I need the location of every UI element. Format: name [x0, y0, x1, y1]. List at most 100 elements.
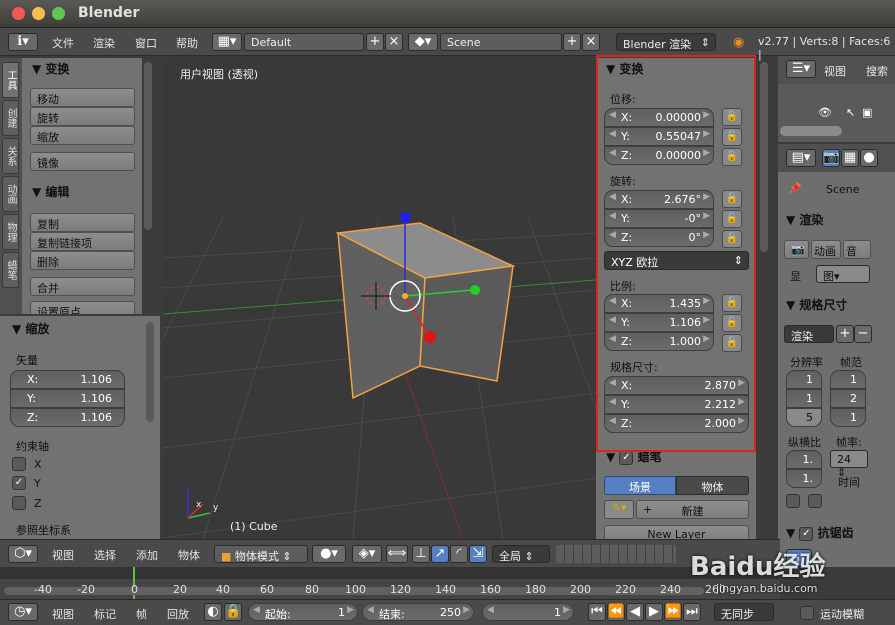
gizmo-x-handle[interactable] [424, 331, 436, 343]
render-panel-header[interactable]: ▼ 渲染 [786, 211, 823, 228]
info-editor-type-button[interactable]: ℹ▾ [8, 33, 38, 51]
current-frame-field[interactable]: ◀ 1 ▶ [482, 603, 574, 621]
gp-pencil-icon[interactable]: ✎▾ [604, 500, 634, 519]
render-image-button[interactable]: 📷 [784, 240, 809, 259]
frame-step-field[interactable]: 1 [830, 408, 866, 427]
rotate-manipulator-icon[interactable]: ◜ [450, 545, 468, 563]
play-reverse-icon[interactable]: ◀ [626, 603, 644, 621]
border-checkbox[interactable] [808, 494, 822, 508]
outliner-search-menu[interactable]: 搜索 [866, 63, 888, 79]
set-origin-button[interactable]: 设置原点 [30, 301, 135, 314]
properties-region-scrollbar[interactable] [760, 62, 768, 252]
gizmo-z-handle[interactable] [401, 213, 410, 222]
preview-range-icon[interactable]: ◐ [204, 603, 222, 621]
transform-orientation-select[interactable]: 全局 ⇕ [492, 545, 550, 563]
viewport-shading-select[interactable]: ●▾ [312, 545, 346, 563]
select-arrow-icon[interactable]: ↖ [846, 106, 855, 119]
anti-aliasing-checkbox[interactable]: ✓ [799, 526, 814, 541]
3d-viewport[interactable]: 用户视图 (透视) x y (1) Cube [163, 58, 596, 539]
outliner-editor-type-icon[interactable]: ☰▾ [786, 60, 816, 78]
properties-editor-type-icon[interactable]: ▤▾ [786, 149, 816, 167]
tab-relations[interactable]: 关系 [2, 138, 19, 174]
manipulator-icon[interactable]: ⟺ [386, 545, 408, 563]
rotate-button[interactable]: 旋转 [30, 107, 135, 126]
add-preset-icon[interactable]: + [836, 325, 854, 343]
resolution-x-field[interactable]: 1 [786, 370, 822, 389]
join-button[interactable]: 合并 [30, 277, 135, 296]
resolution-percent-field[interactable]: 5 [786, 408, 822, 427]
operator-panel-header[interactable]: ▼ 缩放 [12, 320, 49, 337]
frame-start-field[interactable]: ◀ 起始: 1 ▶ [248, 603, 358, 621]
gp-new-button[interactable]: + 新建 [636, 500, 749, 519]
vector-x-field[interactable]: X: 1.106 [10, 370, 125, 389]
menu-view[interactable]: 视图 [52, 547, 74, 563]
gp-scene-toggle[interactable]: 场景 [604, 476, 676, 495]
remove-preset-icon[interactable]: − [854, 325, 872, 343]
duplicate-button[interactable]: 复制 [30, 213, 135, 232]
menu-add[interactable]: 添加 [136, 547, 158, 563]
new-layer-button[interactable]: New Layer [604, 525, 749, 539]
display-select[interactable]: 图▾ [816, 265, 870, 283]
tab-grease-pencil[interactable]: 蜡笔 [2, 252, 19, 288]
screen-layout-icon[interactable]: ▦▾ [212, 33, 242, 51]
menu-window[interactable]: 窗口 [135, 35, 157, 51]
lock-range-icon[interactable]: 🔒 [224, 603, 242, 621]
pin-icon[interactable]: 📌 [788, 182, 802, 195]
tab-physics[interactable]: 物理 [2, 214, 19, 250]
scene-icon[interactable]: ◆▾ [408, 33, 438, 51]
move-manipulator-icon[interactable]: ↗ [431, 545, 449, 563]
operator-scrollbar[interactable] [146, 322, 154, 422]
scale-manipulator-icon[interactable]: ⇲ [469, 545, 487, 563]
render-engine-select[interactable]: Blender 渲染 ⇕ [616, 33, 716, 51]
next-keyframe-icon[interactable]: ⏩ [664, 603, 682, 621]
dimensions-panel-header[interactable]: ▼ 规格尺寸 [786, 296, 847, 313]
timeline-menu-view[interactable]: 视图 [52, 606, 74, 622]
frame-end-field[interactable]: ◀ 结束: 250 ▶ [362, 603, 474, 621]
minimize-window-button[interactable] [32, 7, 45, 20]
tool-shelf-scrollbar[interactable] [144, 62, 152, 230]
crop-checkbox[interactable] [786, 494, 800, 508]
mode-select[interactable]: ■ 物体模式 ⇕ [214, 545, 308, 563]
frame-end-field[interactable]: 2 [830, 389, 866, 408]
aspect-y-field[interactable]: 1. [786, 469, 822, 488]
outliner-h-scrollbar[interactable] [780, 126, 842, 136]
motion-blur-checkbox[interactable] [800, 606, 814, 620]
menu-help[interactable]: 帮助 [176, 35, 198, 51]
layers-tab-icon[interactable]: ▦ [841, 149, 859, 167]
play-icon[interactable]: ▶ [645, 603, 663, 621]
edit-panel-header[interactable]: ▼ 编辑 [32, 183, 69, 200]
gp-object-toggle[interactable]: 物体 [676, 476, 749, 495]
menu-render[interactable]: 渲染 [93, 35, 115, 51]
3d-view-editor-type-icon[interactable]: ⬡▾ [8, 545, 38, 563]
move-button[interactable]: 移动 [30, 88, 135, 107]
outliner-view-menu[interactable]: 视图 [824, 63, 846, 79]
tab-create[interactable]: 创建 [2, 100, 19, 136]
scale-button[interactable]: 缩放 [30, 126, 135, 145]
vector-y-field[interactable]: Y: 1.106 [10, 389, 125, 408]
scene-tab-icon[interactable]: ● [860, 149, 878, 167]
render-tab-icon[interactable]: 📷 [822, 149, 840, 167]
anti-aliasing-panel-header[interactable]: ▼ ✓ 抗锯齿 [786, 524, 854, 541]
sync-mode-select[interactable]: 无同步 [714, 603, 774, 621]
add-screen-icon[interactable]: + [366, 33, 384, 51]
resolution-y-field[interactable]: 1 [786, 389, 822, 408]
mirror-button[interactable]: 镜像 [30, 152, 135, 171]
delete-button[interactable]: 删除 [30, 251, 135, 270]
render-audio-button[interactable]: 音 [843, 240, 871, 259]
add-scene-icon[interactable]: + [563, 33, 581, 51]
translate-manipulator-icon[interactable]: ⊥ [412, 545, 430, 563]
menu-file[interactable]: 文件 [52, 35, 74, 51]
vector-z-field[interactable]: Z: 1.106 [10, 408, 125, 427]
jump-start-icon[interactable]: ⏮ [588, 603, 606, 621]
transform-panel-header[interactable]: ▼ 变换 [32, 60, 69, 77]
duplicate-linked-button[interactable]: 复制链接项 [30, 232, 135, 251]
close-window-button[interactable] [12, 7, 25, 20]
remove-screen-icon[interactable]: × [385, 33, 403, 51]
grease-pencil-checkbox[interactable]: ✓ [619, 450, 634, 465]
render-animation-button[interactable]: 动画 [811, 240, 841, 259]
aspect-x-field[interactable]: 1. [786, 450, 822, 469]
tab-animation[interactable]: 动画 [2, 176, 19, 212]
scene-field[interactable]: Scene [440, 33, 562, 51]
fps-select[interactable]: 24 ⇕ [830, 450, 868, 479]
render-preset-select[interactable]: 渲染 [784, 325, 834, 343]
